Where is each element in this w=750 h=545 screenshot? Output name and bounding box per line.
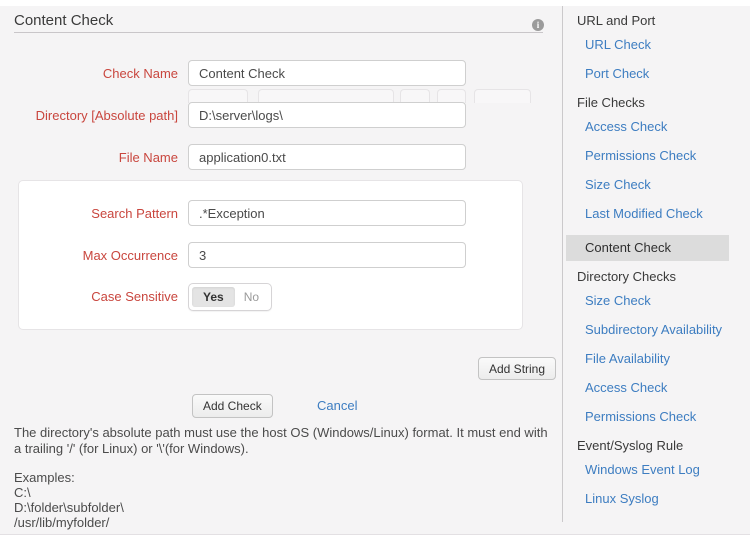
sidebar-item-url-check[interactable]: URL Check <box>585 37 750 53</box>
check-name-input[interactable] <box>188 60 466 86</box>
sidebar-header-event-syslog-rule: Event/Syslog Rule <box>577 438 750 454</box>
max-occurrence-label: Max Occurrence <box>0 248 178 263</box>
sidebar-item-dir-size-check[interactable]: Size Check <box>585 293 750 309</box>
cancel-link[interactable]: Cancel <box>317 398 357 413</box>
sidebar-header-file-checks: File Checks <box>577 95 750 111</box>
path-suggestion-chip <box>188 89 248 103</box>
case-sensitive-label: Case Sensitive <box>0 289 178 304</box>
sidebar-header-directory-checks: Directory Checks <box>577 269 750 285</box>
case-sensitive-no-option[interactable]: No <box>238 284 271 310</box>
page-title: Content Check <box>14 12 113 29</box>
case-sensitive-row: Case Sensitive Yes No <box>0 283 562 311</box>
sidebar-item-linux-syslog[interactable]: Linux Syslog <box>585 491 750 507</box>
directory-help-note: The directory's absolute path must use t… <box>14 425 554 530</box>
max-occurrence-input[interactable] <box>188 242 466 268</box>
content-pane: Content Check i Check Name Directory [Ab… <box>0 6 750 535</box>
sidebar-item-file-availability[interactable]: File Availability <box>585 351 750 367</box>
path-suggestion-chip <box>400 89 430 103</box>
sidebar-item-last-modified-check[interactable]: Last Modified Check <box>585 206 750 222</box>
sidebar-group-file-checks: File Checks Access Check Permissions Che… <box>577 95 750 261</box>
sidebar-group-url-and-port: URL and Port URL Check Port Check <box>577 13 750 82</box>
path-suggestion-chip <box>258 89 394 103</box>
sidebar-item-subdirectory-availability[interactable]: Subdirectory Availability <box>585 322 750 338</box>
directory-row: Directory [Absolute path] <box>0 102 562 130</box>
sidebar-group-directory-checks: Directory Checks Size Check Subdirectory… <box>577 269 750 425</box>
title-divider <box>14 32 543 33</box>
example-path: /usr/lib/myfolder/ <box>14 515 554 530</box>
max-occurrence-row: Max Occurrence <box>0 242 562 270</box>
examples-label: Examples: <box>14 470 554 485</box>
sidebar-group-event-syslog-rule: Event/Syslog Rule Windows Event Log Linu… <box>577 438 750 507</box>
example-path: D:\folder\subfolder\ <box>14 500 554 515</box>
sidebar-item-windows-event-log[interactable]: Windows Event Log <box>585 462 750 478</box>
search-pattern-label: Search Pattern <box>0 206 178 221</box>
sidebar-header-url-and-port: URL and Port <box>577 13 750 29</box>
path-suggestion-chip <box>474 89 531 103</box>
sidebar-item-dir-access-check[interactable]: Access Check <box>585 380 750 396</box>
example-path: C:\ <box>14 485 554 500</box>
sidebar-item-file-permissions-check[interactable]: Permissions Check <box>585 148 750 164</box>
directory-label: Directory [Absolute path] <box>0 108 178 123</box>
help-note-text: The directory's absolute path must use t… <box>14 425 554 457</box>
file-name-label: File Name <box>0 150 178 165</box>
sidebar-item-file-size-check[interactable]: Size Check <box>585 177 750 193</box>
sidebar-item-dir-permissions-check[interactable]: Permissions Check <box>585 409 750 425</box>
help-examples: Examples: C:\ D:\folder\subfolder\ /usr/… <box>14 470 554 530</box>
add-check-button[interactable]: Add Check <box>192 394 273 418</box>
check-name-label: Check Name <box>0 66 178 81</box>
sidebar-item-content-check[interactable]: Content Check <box>566 235 729 261</box>
file-name-row: File Name <box>0 144 562 172</box>
check-types-sidebar: URL and Port URL Check Port Check File C… <box>562 6 750 522</box>
info-icon[interactable]: i <box>532 19 544 31</box>
file-name-input[interactable] <box>188 144 466 170</box>
directory-input[interactable] <box>188 102 466 128</box>
sidebar-item-port-check[interactable]: Port Check <box>585 66 750 82</box>
add-string-button[interactable]: Add String <box>478 357 556 380</box>
sidebar-item-file-access-check[interactable]: Access Check <box>585 119 750 135</box>
case-sensitive-toggle: Yes No <box>188 283 272 311</box>
check-name-row: Check Name <box>0 60 562 88</box>
search-pattern-row: Search Pattern <box>0 200 562 228</box>
path-suggestion-chip <box>437 89 466 103</box>
search-pattern-input[interactable] <box>188 200 466 226</box>
case-sensitive-yes-option[interactable]: Yes <box>192 287 235 307</box>
